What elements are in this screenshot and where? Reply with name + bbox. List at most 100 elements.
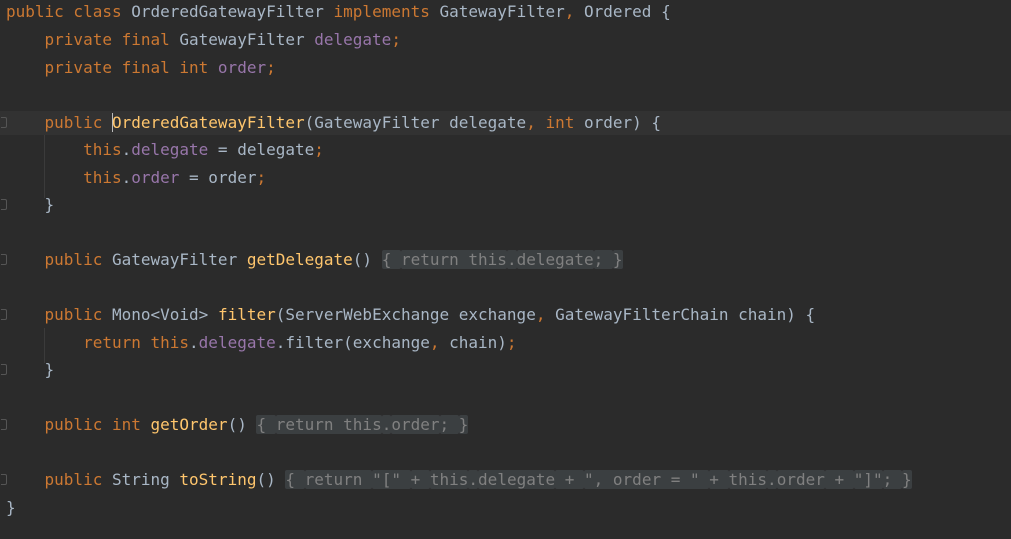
code-token: GatewayFilter bbox=[111, 250, 247, 269]
code-token: = order bbox=[179, 168, 257, 187]
code-token: Mono<Void> bbox=[111, 305, 218, 324]
code-token: ; bbox=[391, 30, 401, 49]
code-token: { bbox=[256, 415, 276, 434]
code-token: ; bbox=[593, 250, 613, 269]
code-text: public Mono<Void> filter(ServerWebExchan… bbox=[6, 303, 816, 327]
code-line[interactable]: public Mono<Void> filter(ServerWebExchan… bbox=[0, 303, 1011, 327]
code-token: ; bbox=[439, 415, 459, 434]
code-token: .filter(exchange bbox=[275, 333, 430, 352]
code-token: , bbox=[564, 2, 584, 21]
code-text: public int getOrder() { return this.orde… bbox=[6, 413, 469, 437]
code-line[interactable]: public String toString() { return "[" + … bbox=[0, 468, 1011, 492]
code-token: order) { bbox=[583, 113, 662, 132]
code-token: } bbox=[612, 250, 623, 269]
code-line[interactable]: public class OrderedGatewayFilter implem… bbox=[0, 0, 1011, 24]
code-token: this bbox=[728, 470, 768, 489]
code-token: GatewayFilter bbox=[439, 2, 565, 21]
indent-guide bbox=[44, 328, 45, 363]
code-token: public bbox=[6, 305, 112, 324]
code-token: GatewayFilterChain chain) { bbox=[555, 305, 816, 324]
code-token: , int bbox=[526, 113, 584, 132]
code-text: } bbox=[6, 496, 16, 520]
code-line[interactable] bbox=[0, 441, 1011, 465]
code-token: . bbox=[506, 250, 517, 269]
code-token: delegate bbox=[516, 250, 594, 269]
code-token: } bbox=[6, 195, 55, 214]
code-line[interactable]: private final int order; bbox=[0, 56, 1011, 80]
code-token: OrderedGatewayFilter bbox=[131, 2, 334, 21]
code-token: delegate bbox=[131, 140, 209, 159]
code-token: public class bbox=[6, 2, 132, 21]
code-token: . bbox=[121, 140, 132, 159]
code-token: () bbox=[256, 470, 286, 489]
code-token: return this bbox=[275, 415, 382, 434]
code-token: , bbox=[429, 333, 450, 352]
code-token: = delegate bbox=[208, 140, 315, 159]
code-token: private final bbox=[6, 30, 180, 49]
code-token: ; bbox=[882, 470, 902, 489]
code-text: this.order = order; bbox=[6, 166, 266, 190]
code-token: Ordered { bbox=[584, 2, 671, 21]
code-token: OrderedGatewayFilter bbox=[111, 113, 305, 132]
code-token: order bbox=[217, 58, 267, 77]
code-token: order bbox=[776, 470, 825, 489]
code-token: ", order = " bbox=[584, 470, 710, 489]
code-line[interactable]: } bbox=[0, 358, 1011, 382]
code-token: . bbox=[468, 470, 479, 489]
code-text: } bbox=[6, 358, 55, 382]
code-token: delegate bbox=[198, 333, 276, 352]
code-line[interactable] bbox=[0, 84, 1011, 108]
code-text: this.delegate = delegate; bbox=[6, 138, 324, 162]
code-token: this bbox=[6, 140, 122, 159]
code-line[interactable]: return this.delegate.filter(exchange, ch… bbox=[0, 331, 1011, 355]
code-line[interactable]: public int getOrder() { return this.orde… bbox=[0, 413, 1011, 437]
code-token: this bbox=[6, 168, 122, 187]
code-token: . bbox=[381, 415, 392, 434]
code-token: getOrder bbox=[150, 415, 228, 434]
code-line[interactable]: private final GatewayFilter delegate; bbox=[0, 28, 1011, 52]
code-token: . bbox=[189, 333, 199, 352]
code-line[interactable]: } bbox=[0, 193, 1011, 217]
code-line[interactable]: public OrderedGatewayFilter(GatewayFilte… bbox=[0, 111, 1011, 135]
code-line[interactable]: this.order = order; bbox=[0, 166, 1011, 190]
code-line[interactable]: this.delegate = delegate; bbox=[0, 138, 1011, 162]
code-token: ; bbox=[256, 168, 267, 187]
code-token: ; bbox=[314, 140, 324, 159]
code-token: () bbox=[352, 250, 382, 269]
code-token: return this bbox=[6, 333, 190, 352]
code-token: , bbox=[535, 305, 556, 324]
code-token: } bbox=[6, 360, 55, 379]
code-token: private final int bbox=[6, 58, 218, 77]
code-line[interactable] bbox=[0, 221, 1011, 245]
code-token: chain) bbox=[449, 333, 507, 352]
code-token: { bbox=[285, 470, 305, 489]
code-line[interactable] bbox=[0, 276, 1011, 300]
code-token: public bbox=[6, 113, 112, 132]
code-line[interactable]: public GatewayFilter getDelegate() { ret… bbox=[0, 248, 1011, 272]
code-token: (ServerWebExchange exchange bbox=[275, 305, 536, 324]
code-token: getDelegate bbox=[246, 250, 353, 269]
code-token: () bbox=[227, 415, 257, 434]
code-text: private final int order; bbox=[6, 56, 276, 80]
code-token: public int bbox=[6, 415, 151, 434]
code-line[interactable] bbox=[0, 386, 1011, 410]
code-text: private final GatewayFilter delegate; bbox=[6, 28, 401, 52]
code-token: . bbox=[121, 168, 132, 187]
code-text: return this.delegate.filter(exchange, ch… bbox=[6, 331, 517, 355]
code-token: order bbox=[391, 415, 440, 434]
code-token: + bbox=[824, 470, 854, 489]
code-token: . bbox=[767, 470, 777, 489]
indent-guide bbox=[44, 135, 45, 198]
code-token: filter bbox=[217, 305, 276, 324]
code-line[interactable]: } bbox=[0, 496, 1011, 520]
code-token: toString bbox=[179, 470, 257, 489]
code-token: return this bbox=[400, 250, 507, 269]
code-token: } bbox=[6, 498, 16, 517]
code-token: public bbox=[6, 470, 112, 489]
code-token: order bbox=[131, 168, 180, 187]
code-token: this bbox=[429, 470, 469, 489]
code-text: public class OrderedGatewayFilter implem… bbox=[6, 0, 671, 24]
code-token: ; bbox=[506, 333, 517, 352]
code-token: + bbox=[410, 470, 430, 489]
code-editor[interactable]: public class OrderedGatewayFilter implem… bbox=[0, 0, 1011, 539]
